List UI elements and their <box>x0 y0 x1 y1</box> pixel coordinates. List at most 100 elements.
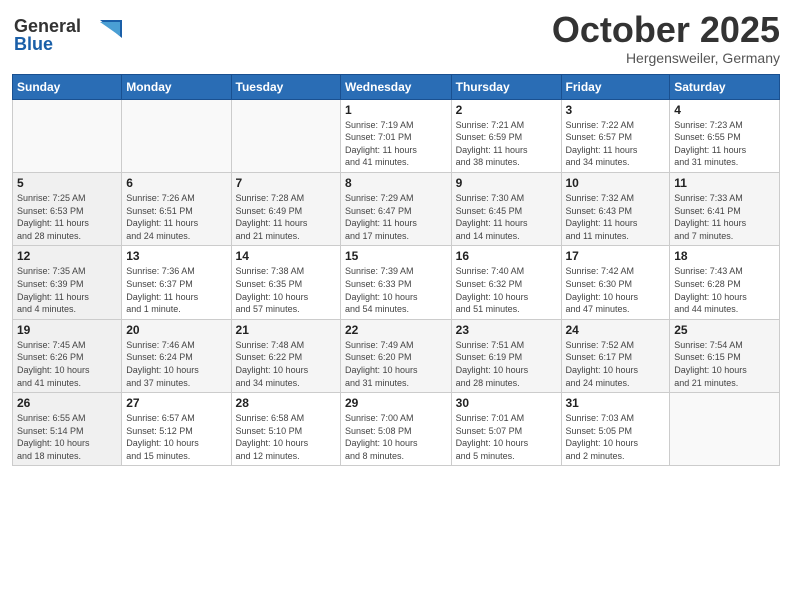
day-info: Sunrise: 7:38 AMSunset: 6:35 PMDaylight:… <box>236 265 336 315</box>
page-container: General Blue October 2025 Hergensweiler,… <box>0 0 792 476</box>
day-number: 1 <box>345 103 447 117</box>
weekday-header-monday: Monday <box>122 74 231 99</box>
day-number: 19 <box>17 323 117 337</box>
weekday-header-row: SundayMondayTuesdayWednesdayThursdayFrid… <box>13 74 780 99</box>
calendar-cell: 14 Sunrise: 7:38 AMSunset: 6:35 PMDayligh… <box>231 246 340 319</box>
calendar-cell <box>670 393 780 466</box>
day-number: 24 <box>566 323 666 337</box>
calendar-cell: 15 Sunrise: 7:39 AMSunset: 6:33 PMDayligh… <box>341 246 452 319</box>
day-info: Sunrise: 7:48 AMSunset: 6:22 PMDaylight:… <box>236 339 336 389</box>
day-number: 26 <box>17 396 117 410</box>
calendar-cell: 28 Sunrise: 6:58 AMSunset: 5:10 PMDayligh… <box>231 393 340 466</box>
day-number: 4 <box>674 103 775 117</box>
calendar-cell: 19Sunrise: 7:45 AMSunset: 6:26 PMDayligh… <box>13 319 122 392</box>
location: Hergensweiler, Germany <box>552 50 780 66</box>
day-info: Sunrise: 7:40 AMSunset: 6:32 PMDaylight:… <box>456 265 557 315</box>
calendar-cell: 22Sunrise: 7:49 AMSunset: 6:20 PMDayligh… <box>341 319 452 392</box>
calendar-week-row-1: 1 Sunrise: 7:19 AMSunset: 7:01 PMDaylight… <box>13 99 780 172</box>
logo: General Blue <box>12 10 122 60</box>
day-info: Sunrise: 7:19 AMSunset: 7:01 PMDaylight:… <box>345 119 447 169</box>
day-info: Sunrise: 7:33 AMSunset: 6:41 PMDaylight:… <box>674 192 775 242</box>
day-number: 29 <box>345 396 447 410</box>
day-number: 28 <box>236 396 336 410</box>
day-info: Sunrise: 7:39 AMSunset: 6:33 PMDaylight:… <box>345 265 447 315</box>
svg-text:General: General <box>14 16 81 36</box>
calendar-cell: 5Sunrise: 7:25 AMSunset: 6:53 PMDaylight… <box>13 172 122 245</box>
calendar-cell: 26 Sunrise: 6:55 AMSunset: 5:14 PMDayligh… <box>13 393 122 466</box>
calendar-cell: 21 Sunrise: 7:48 AMSunset: 6:22 PMDayligh… <box>231 319 340 392</box>
calendar-cell: 13 Sunrise: 7:36 AMSunset: 6:37 PMDayligh… <box>122 246 231 319</box>
day-number: 17 <box>566 249 666 263</box>
day-info: Sunrise: 7:32 AMSunset: 6:43 PMDaylight:… <box>566 192 666 242</box>
day-number: 16 <box>456 249 557 263</box>
day-number: 3 <box>566 103 666 117</box>
calendar-week-row-2: 5Sunrise: 7:25 AMSunset: 6:53 PMDaylight… <box>13 172 780 245</box>
calendar-cell: 12 Sunrise: 7:35 AMSunset: 6:39 PMDayligh… <box>13 246 122 319</box>
calendar-cell: 8Sunrise: 7:29 AMSunset: 6:47 PMDaylight… <box>341 172 452 245</box>
calendar-cell: 11 Sunrise: 7:33 AMSunset: 6:41 PMDayligh… <box>670 172 780 245</box>
calendar-cell: 24 Sunrise: 7:52 AMSunset: 6:17 PMDayligh… <box>561 319 670 392</box>
weekday-header-wednesday: Wednesday <box>341 74 452 99</box>
day-number: 27 <box>126 396 226 410</box>
calendar-cell: 2Sunrise: 7:21 AMSunset: 6:59 PMDaylight… <box>451 99 561 172</box>
day-info: Sunrise: 7:01 AMSunset: 5:07 PMDaylight:… <box>456 412 557 462</box>
day-number: 8 <box>345 176 447 190</box>
day-info: Sunrise: 7:42 AMSunset: 6:30 PMDaylight:… <box>566 265 666 315</box>
day-info: Sunrise: 7:26 AMSunset: 6:51 PMDaylight:… <box>126 192 226 242</box>
calendar-cell: 17 Sunrise: 7:42 AMSunset: 6:30 PMDayligh… <box>561 246 670 319</box>
day-info: Sunrise: 6:58 AMSunset: 5:10 PMDaylight:… <box>236 412 336 462</box>
day-number: 14 <box>236 249 336 263</box>
day-info: Sunrise: 7:25 AMSunset: 6:53 PMDaylight:… <box>17 192 117 242</box>
calendar-cell: 10Sunrise: 7:32 AMSunset: 6:43 PMDayligh… <box>561 172 670 245</box>
calendar-cell: 1 Sunrise: 7:19 AMSunset: 7:01 PMDaylight… <box>341 99 452 172</box>
day-info: Sunrise: 7:23 AMSunset: 6:55 PMDaylight:… <box>674 119 775 169</box>
day-info: Sunrise: 7:46 AMSunset: 6:24 PMDaylight:… <box>126 339 226 389</box>
calendar-cell: 3Sunrise: 7:22 AMSunset: 6:57 PMDaylight… <box>561 99 670 172</box>
calendar-cell <box>231 99 340 172</box>
weekday-header-sunday: Sunday <box>13 74 122 99</box>
calendar-cell: 4 Sunrise: 7:23 AMSunset: 6:55 PMDaylight… <box>670 99 780 172</box>
day-number: 21 <box>236 323 336 337</box>
day-info: Sunrise: 7:52 AMSunset: 6:17 PMDaylight:… <box>566 339 666 389</box>
day-info: Sunrise: 7:30 AMSunset: 6:45 PMDaylight:… <box>456 192 557 242</box>
calendar-cell: 7Sunrise: 7:28 AMSunset: 6:49 PMDaylight… <box>231 172 340 245</box>
calendar-cell <box>13 99 122 172</box>
day-number: 31 <box>566 396 666 410</box>
day-number: 11 <box>674 176 775 190</box>
day-number: 13 <box>126 249 226 263</box>
month-title: October 2025 <box>552 10 780 50</box>
calendar-cell: 23 Sunrise: 7:51 AMSunset: 6:19 PMDayligh… <box>451 319 561 392</box>
day-number: 12 <box>17 249 117 263</box>
header: General Blue October 2025 Hergensweiler,… <box>12 10 780 66</box>
day-info: Sunrise: 7:36 AMSunset: 6:37 PMDaylight:… <box>126 265 226 315</box>
day-number: 9 <box>456 176 557 190</box>
day-info: Sunrise: 7:35 AMSunset: 6:39 PMDaylight:… <box>17 265 117 315</box>
day-number: 23 <box>456 323 557 337</box>
calendar-cell: 27 Sunrise: 6:57 AMSunset: 5:12 PMDayligh… <box>122 393 231 466</box>
title-block: October 2025 Hergensweiler, Germany <box>552 10 780 66</box>
day-info: Sunrise: 6:55 AMSunset: 5:14 PMDaylight:… <box>17 412 117 462</box>
svg-text:Blue: Blue <box>14 34 53 54</box>
day-info: Sunrise: 7:54 AMSunset: 6:15 PMDaylight:… <box>674 339 775 389</box>
day-number: 7 <box>236 176 336 190</box>
day-info: Sunrise: 7:51 AMSunset: 6:19 PMDaylight:… <box>456 339 557 389</box>
calendar-week-row-3: 12 Sunrise: 7:35 AMSunset: 6:39 PMDayligh… <box>13 246 780 319</box>
calendar-cell: 9 Sunrise: 7:30 AMSunset: 6:45 PMDaylight… <box>451 172 561 245</box>
calendar-week-row-5: 26 Sunrise: 6:55 AMSunset: 5:14 PMDayligh… <box>13 393 780 466</box>
calendar-cell <box>122 99 231 172</box>
day-info: Sunrise: 7:00 AMSunset: 5:08 PMDaylight:… <box>345 412 447 462</box>
calendar-cell: 25 Sunrise: 7:54 AMSunset: 6:15 PMDayligh… <box>670 319 780 392</box>
calendar-cell: 16 Sunrise: 7:40 AMSunset: 6:32 PMDayligh… <box>451 246 561 319</box>
calendar-cell: 18Sunrise: 7:43 AMSunset: 6:28 PMDayligh… <box>670 246 780 319</box>
day-info: Sunrise: 6:57 AMSunset: 5:12 PMDaylight:… <box>126 412 226 462</box>
day-number: 25 <box>674 323 775 337</box>
calendar-cell: 31Sunrise: 7:03 AMSunset: 5:05 PMDayligh… <box>561 393 670 466</box>
day-info: Sunrise: 7:21 AMSunset: 6:59 PMDaylight:… <box>456 119 557 169</box>
weekday-header-tuesday: Tuesday <box>231 74 340 99</box>
day-number: 20 <box>126 323 226 337</box>
day-number: 6 <box>126 176 226 190</box>
weekday-header-saturday: Saturday <box>670 74 780 99</box>
calendar-cell: 29 Sunrise: 7:00 AMSunset: 5:08 PMDayligh… <box>341 393 452 466</box>
day-number: 18 <box>674 249 775 263</box>
day-number: 15 <box>345 249 447 263</box>
